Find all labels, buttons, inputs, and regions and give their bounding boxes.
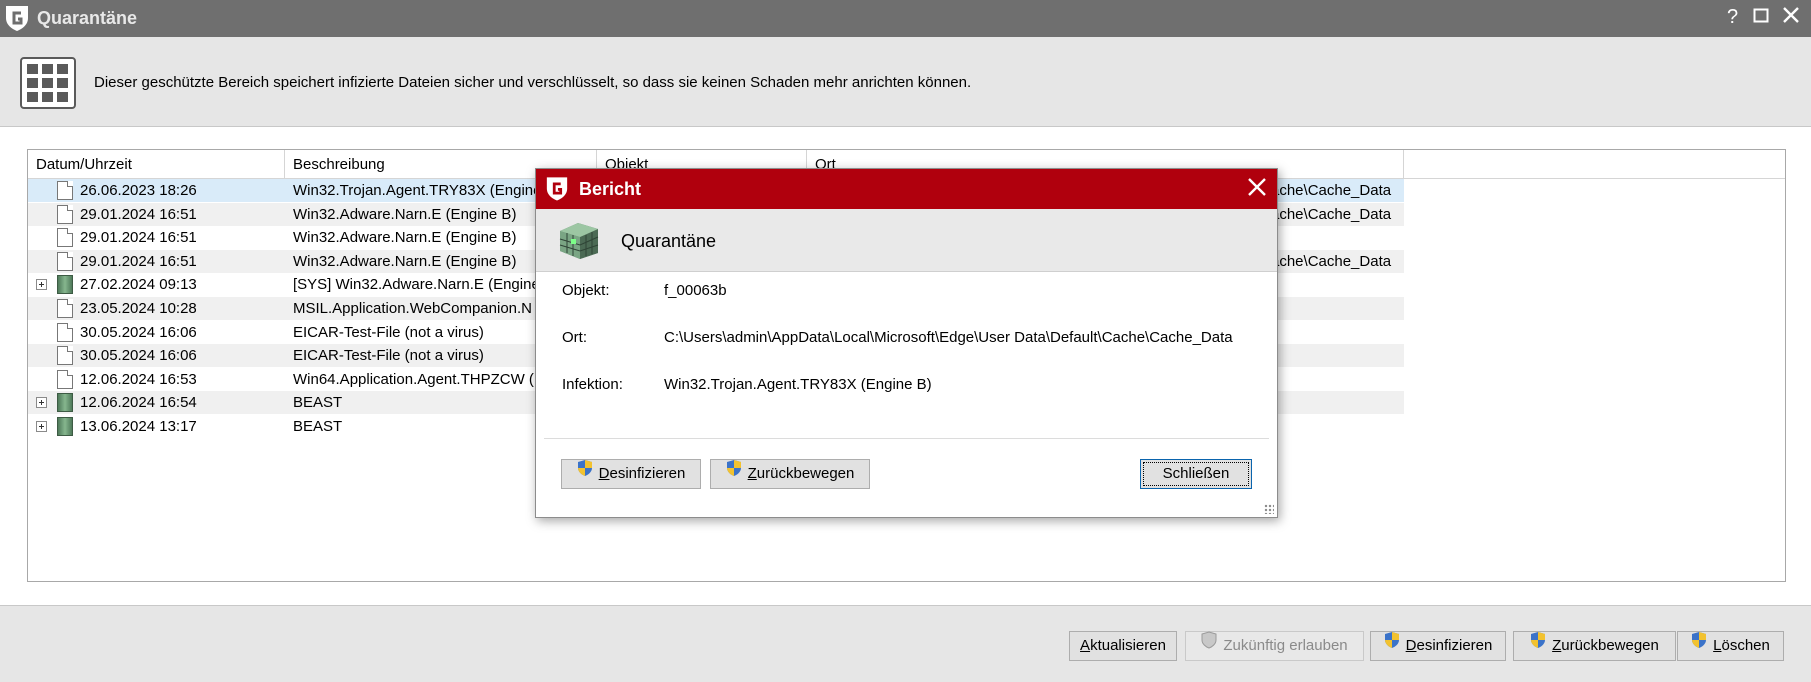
maximize-icon[interactable]: [1753, 6, 1769, 28]
file-icon: [57, 204, 73, 224]
quarantine-grid-icon: [20, 57, 76, 113]
gdata-logo-icon: [545, 175, 569, 206]
aktualisieren-button[interactable]: Aktualisieren: [1069, 631, 1177, 661]
window-titlebar: Quarantäne ?: [0, 0, 1811, 37]
dialog-schliessen-button[interactable]: Schließen: [1140, 459, 1252, 489]
dialog-titlebar[interactable]: Bericht: [536, 169, 1277, 209]
dialog-desinfizieren-button[interactable]: Desinfizieren: [561, 459, 701, 489]
file-icon: [57, 299, 73, 318]
infektion-value: Win32.Trojan.Agent.TRY83X (Engine B): [664, 376, 932, 393]
cell-date: 29.01.2024 16:51: [80, 205, 197, 223]
file-icon: [57, 346, 73, 366]
desinfizieren-button[interactable]: Desinfizieren: [1370, 631, 1506, 661]
dialog-close-icon[interactable]: [1247, 173, 1267, 203]
cell-date: 12.06.2024 16:53: [80, 370, 197, 388]
shield-icon: [1201, 631, 1217, 659]
info-description: Dieser geschützte Bereich speichert infi…: [94, 74, 972, 91]
file-icon: [57, 322, 73, 342]
quarantine-cube-icon: [556, 219, 602, 265]
dialog-title: Bericht: [579, 179, 642, 199]
objekt-label: Objekt:: [562, 282, 610, 299]
dialog-separator: [544, 438, 1269, 439]
cell-date: 13.06.2024 13:17: [80, 418, 197, 435]
resize-grip-icon[interactable]: [1264, 504, 1274, 514]
cell-date: 27.02.2024 09:13: [80, 276, 197, 294]
expand-plus-icon[interactable]: [36, 397, 47, 409]
group-icon: [57, 393, 73, 413]
cell-date: 30.05.2024 16:06: [80, 347, 197, 365]
ort-value: C:\Users\admin\AppData\Local\Microsoft\E…: [664, 329, 1233, 346]
uac-shield-icon: [726, 459, 742, 487]
cell-date: 23.05.2024 10:28: [80, 300, 197, 317]
cell-date: 26.06.2023 18:26: [80, 182, 197, 199]
file-icon: [57, 181, 73, 200]
group-icon: [57, 417, 73, 436]
cell-date: 30.05.2024 16:06: [80, 323, 197, 341]
zurueckbewegen-button[interactable]: Zurückbewegen: [1513, 631, 1676, 661]
uac-shield-icon: [1530, 631, 1546, 659]
ort-label: Ort:: [562, 329, 587, 346]
loeschen-button[interactable]: Löschen: [1677, 631, 1784, 661]
dialog-header-title: Quarantäne: [621, 231, 717, 251]
cell-date: 12.06.2024 16:54: [80, 394, 197, 412]
bericht-dialog: Bericht Quarantäne Objekt: f_00063b Ort:…: [535, 168, 1278, 518]
cell-location: ache\Cache_Data: [1271, 205, 1392, 223]
help-icon[interactable]: ?: [1727, 6, 1738, 28]
info-bar: Dieser geschützte Bereich speichert infi…: [0, 37, 1811, 127]
file-icon: [57, 228, 73, 248]
cell-location: ache\Cache_Data: [1271, 252, 1392, 270]
uac-shield-icon: [1384, 631, 1400, 659]
file-icon: [57, 369, 73, 389]
window-close-icon[interactable]: [1782, 6, 1800, 29]
dialog-zurueckbewegen-button[interactable]: Zurückbewegen: [710, 459, 870, 489]
infektion-label: Infektion:: [562, 376, 623, 393]
window-title: Quarantäne: [37, 8, 138, 28]
uac-shield-icon: [577, 459, 593, 487]
bottom-toolbar: Aktualisieren Zukünftig erlauben Desinfi…: [0, 605, 1811, 682]
cell-date: 29.01.2024 16:51: [80, 229, 197, 247]
file-icon: [57, 251, 73, 271]
gdata-logo-icon: [4, 4, 30, 36]
expand-plus-icon[interactable]: [36, 279, 47, 291]
group-icon: [57, 275, 73, 295]
objekt-value: f_00063b: [664, 282, 727, 299]
cell-date: 29.01.2024 16:51: [80, 252, 197, 270]
dialog-header: Quarantäne: [536, 209, 1277, 272]
dialog-body: Objekt: f_00063b Ort: C:\Users\admin\App…: [536, 272, 1277, 517]
cell-location: ache\Cache_Data: [1271, 182, 1392, 199]
column-header-date[interactable]: Datum/Uhrzeit: [28, 150, 285, 178]
uac-shield-icon: [1691, 631, 1707, 659]
zukuenftig-erlauben-button[interactable]: Zukünftig erlauben: [1185, 631, 1364, 661]
expand-plus-icon[interactable]: [36, 421, 47, 432]
